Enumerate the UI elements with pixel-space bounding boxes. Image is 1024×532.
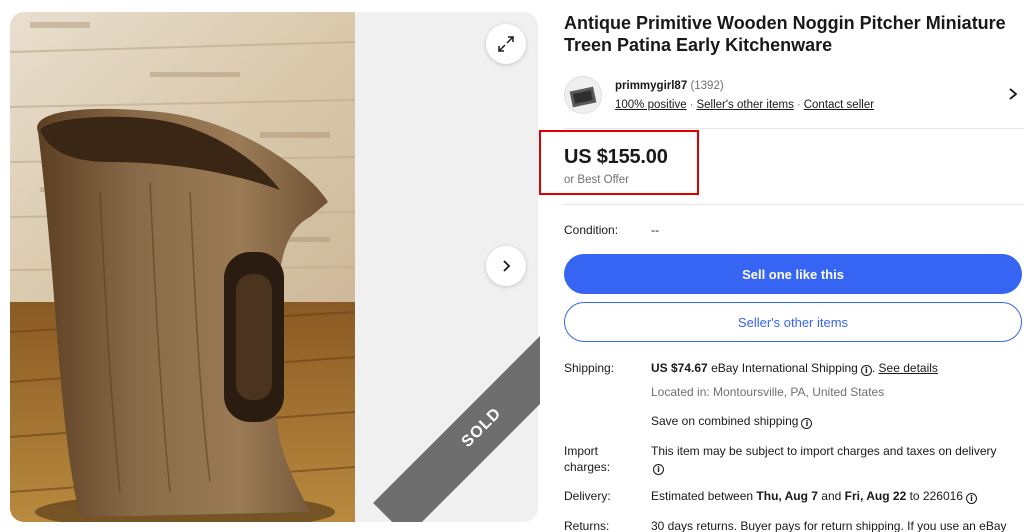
image-gallery: SOLD xyxy=(0,0,540,532)
info-icon[interactable]: i xyxy=(801,418,813,429)
delivery-start-date: Thu, Aug 7 xyxy=(756,489,818,503)
item-photo[interactable] xyxy=(10,12,355,522)
seller-username[interactable]: primmygirl87 xyxy=(615,80,687,92)
seller-name[interactable]: primmygirl87 (1392) xyxy=(615,80,724,92)
returns-label: Returns: xyxy=(564,519,610,532)
delivery-label: Delivery: xyxy=(564,489,611,503)
delivery-and: and xyxy=(821,489,842,503)
returns-text: 30 days returns. Buyer pays for return s… xyxy=(651,519,1007,532)
expand-icon xyxy=(498,36,514,52)
item-title: Antique Primitive Wooden Noggin Pitcher … xyxy=(564,13,1006,55)
separator-dot: · xyxy=(796,99,801,111)
import-label-line2: charges: xyxy=(564,460,611,474)
import-label-line1: Import xyxy=(564,444,599,458)
sold-label: SOLD xyxy=(458,404,505,451)
shipping-cost: US $74.67 xyxy=(651,361,708,375)
info-icon[interactable]: i xyxy=(653,464,664,475)
next-image-button[interactable] xyxy=(486,246,526,286)
delivery-prefix: Estimated between xyxy=(651,489,754,503)
see-details-link[interactable]: See details xyxy=(879,361,938,375)
contact-seller-link[interactable]: Contact seller xyxy=(804,99,874,111)
divider xyxy=(564,128,1024,129)
seller-feedback-count: (1392) xyxy=(690,80,724,92)
sellers-other-items-button[interactable]: Seller's other items xyxy=(564,302,1022,342)
separator-dot: · xyxy=(689,99,694,111)
combined-shipping: Save on combined shipping i xyxy=(651,414,813,429)
sold-ribbon: SOLD xyxy=(340,318,540,522)
info-icon[interactable]: i xyxy=(860,365,872,376)
combined-shipping-text: Save on combined shipping xyxy=(651,414,799,428)
avatar[interactable] xyxy=(564,76,602,114)
shipping-method: eBay International Shipping xyxy=(711,361,858,375)
sell-one-like-this-button[interactable]: Sell one like this xyxy=(564,254,1022,294)
chevron-right-icon xyxy=(503,260,511,272)
item-price: US $155.00 xyxy=(564,146,668,168)
shipping-label: Shipping: xyxy=(564,361,615,375)
chevron-right-icon[interactable] xyxy=(1006,86,1020,102)
import-charges-label: Import charges: xyxy=(564,443,610,475)
expand-button[interactable] xyxy=(486,24,526,64)
delivery-postcode: to 226016 xyxy=(909,489,963,503)
divider xyxy=(564,204,1024,205)
seller-card[interactable]: primmygirl87 (1392) 100% positive · Seller… xyxy=(564,76,1024,120)
condition-value: -- xyxy=(651,223,659,237)
best-offer-text: or Best Offer xyxy=(564,174,629,186)
shipping-value: US $74.67 eBay International Shipping i. … xyxy=(651,361,938,376)
shipping-period: . xyxy=(871,361,876,375)
import-charges-value: This item may be subject to import charg… xyxy=(651,443,997,475)
delivery-end-date: Fri, Aug 22 xyxy=(844,489,907,503)
condition-label: Condition: xyxy=(564,223,619,237)
delivery-value: Estimated between Thu, Aug 7 and Fri, Au… xyxy=(651,489,977,504)
item-details: Antique Primitive Wooden Noggin Pitcher … xyxy=(539,0,1024,532)
seller-links: 100% positive · Seller's other items · Conta… xyxy=(615,99,874,111)
sold-band: SOLD xyxy=(373,319,540,522)
item-location: Located in: Montoursville, PA, United St… xyxy=(651,385,885,399)
seller-other-items-link[interactable]: Seller's other items xyxy=(696,99,793,111)
import-charges-text: This item may be subject to import charg… xyxy=(651,444,997,458)
info-icon[interactable]: i xyxy=(965,493,977,504)
positive-feedback-link[interactable]: 100% positive xyxy=(615,99,687,111)
